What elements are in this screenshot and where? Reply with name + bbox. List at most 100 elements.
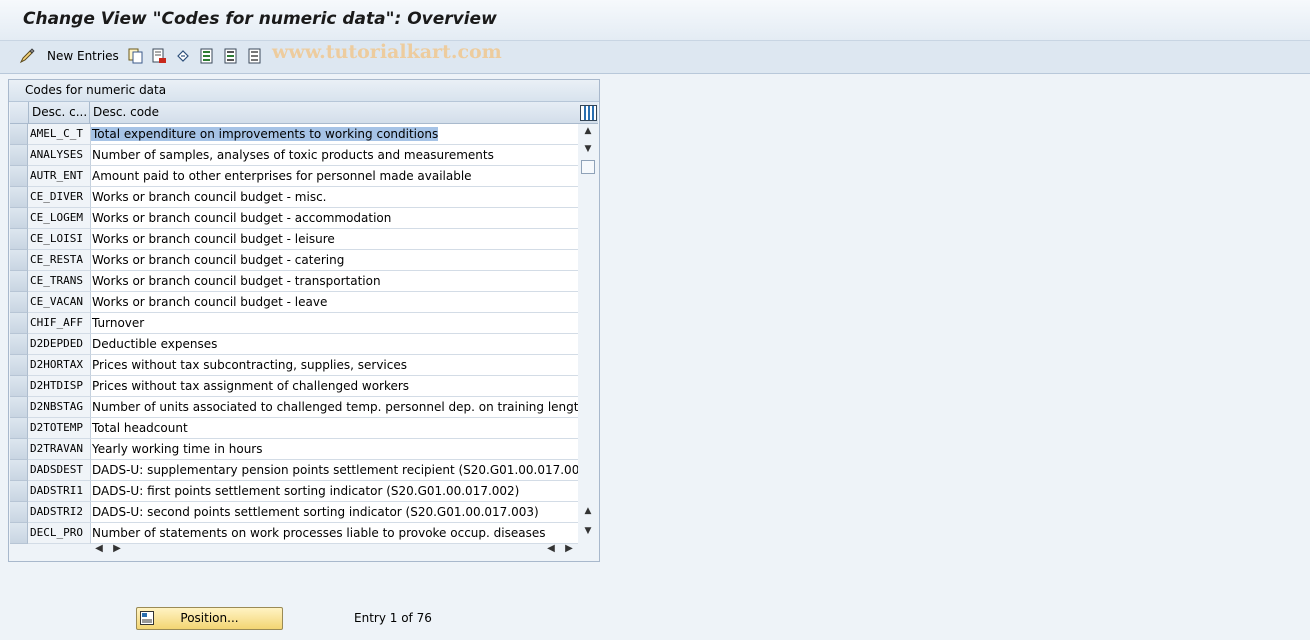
desc-code-text-cell[interactable]: Works or branch council budget - leisure [91,229,578,250]
scroll-left-icon[interactable]: ◀ [544,542,558,556]
desc-code-key-cell: DADSDEST [28,460,91,481]
desc-code-text-cell[interactable]: Turnover [91,313,578,334]
column-header-desc-code[interactable]: Desc. code [90,102,578,123]
row-selector[interactable] [10,502,28,523]
row-selector[interactable] [10,292,28,313]
table-row[interactable]: DADSTRI2 DADS-U: second points settlement… [10,502,578,523]
desc-code-text-cell[interactable]: Works or branch council budget - misc. [91,187,578,208]
scroll-down-icon[interactable]: ▼ [579,524,597,538]
description-text: DADS-U: supplementary pension points set… [92,463,578,477]
description-text: Works or branch council budget - accommo… [92,211,392,225]
table-row[interactable]: D2HTDISP Prices without tax assignment of… [10,376,578,397]
table-row[interactable]: CE_LOISI Works or branch council budget -… [10,229,578,250]
desc-code-text-cell[interactable]: Amount paid to other enterprises for per… [91,166,578,187]
desc-code-text-cell[interactable]: DADS-U: supplementary pension points set… [91,460,578,481]
row-selector[interactable] [10,166,28,187]
row-selector[interactable] [10,187,28,208]
description-text: DADS-U: first points settlement sorting … [92,484,520,498]
deselect-icon[interactable] [247,48,263,64]
desc-code-text-cell[interactable]: DADS-U: second points settlement sorting… [91,502,578,523]
row-selector[interactable] [10,439,28,460]
desc-code-text-cell[interactable]: Prices without tax assignment of challen… [91,376,578,397]
row-selector[interactable] [10,250,28,271]
entry-counter: Entry 1 of 76 [354,611,432,625]
desc-code-text-cell[interactable]: Works or branch council budget - leave [91,292,578,313]
row-selector[interactable] [10,418,28,439]
delete-icon[interactable] [151,48,167,64]
table-title-bar: Codes for numeric data [9,80,599,102]
scroll-up-icon[interactable]: ▲ [579,504,597,518]
table-row[interactable]: CE_TRANS Works or branch council budget -… [10,271,578,292]
scroll-up-icon[interactable]: ▲ [579,124,597,138]
description-text: DADS-U: second points settlement sorting… [92,505,539,519]
scroll-right-icon[interactable]: ▶ [562,542,576,556]
row-selector[interactable] [10,481,28,502]
description-text: Works or branch council budget - leave [92,295,328,309]
table-row[interactable]: CE_LOGEM Works or branch council budget -… [10,208,578,229]
description-text: Works or branch council budget - leisure [92,232,335,246]
row-selector[interactable] [10,334,28,355]
row-selector[interactable] [10,355,28,376]
column-header-desc-c[interactable]: Desc. c... [29,102,90,123]
table-title: Codes for numeric data [25,83,167,97]
row-selector[interactable] [10,397,28,418]
copy-icon[interactable] [128,48,144,64]
table-row[interactable]: CE_RESTA Works or branch council budget -… [10,250,578,271]
desc-code-text-cell[interactable]: Works or branch council budget - transpo… [91,271,578,292]
description-text: Total expenditure on improvements to wor… [91,127,439,141]
row-selector[interactable] [10,313,28,334]
table-row[interactable]: AMEL_C_T Total expenditure on improvement… [10,124,578,145]
horizontal-scrollbar[interactable]: ◀ ▶ ◀ ▶ [90,541,578,557]
new-entries-button[interactable]: New Entries [47,49,119,63]
desc-code-key-cell: CE_TRANS [28,271,91,292]
undo-icon[interactable] [175,48,191,64]
row-selector[interactable] [10,460,28,481]
row-selector[interactable] [10,523,28,544]
title-bar: Change View "Codes for numeric data": Ov… [0,0,1310,40]
select-block-icon[interactable] [223,48,239,64]
desc-code-text-cell[interactable]: Works or branch council budget - accommo… [91,208,578,229]
table-row[interactable]: CHIF_AFF Turnover [10,313,578,334]
vertical-scrollbar[interactable]: ▲ ▼ ▲ ▼ [579,124,597,541]
row-selector[interactable] [10,124,28,145]
desc-code-text-cell[interactable]: DADS-U: first points settlement sorting … [91,481,578,502]
scroll-right-icon[interactable]: ▶ [110,542,124,556]
table-row[interactable]: AUTR_ENT Amount paid to other enterprises… [10,166,578,187]
table-row[interactable]: D2NBSTAG Number of units associated to ch… [10,397,578,418]
position-button[interactable]: Position... [136,607,283,630]
desc-code-key-cell: CE_RESTA [28,250,91,271]
desc-code-text-cell[interactable]: Number of samples, analyses of toxic pro… [91,145,578,166]
desc-code-key-cell: CE_LOISI [28,229,91,250]
scroll-down-icon[interactable]: ▼ [579,142,597,156]
scroll-left-icon[interactable]: ◀ [92,542,106,556]
desc-code-text-cell[interactable]: Total expenditure on improvements to wor… [91,124,578,145]
row-selector[interactable] [10,376,28,397]
desc-code-key-cell: ANALYSES [28,145,91,166]
scrollbar-thumb[interactable] [581,160,595,174]
row-selector[interactable] [10,145,28,166]
table-row[interactable]: DADSTRI1 DADS-U: first points settlement … [10,481,578,502]
table-row[interactable]: D2TRAVAN Yearly working time in hours [10,439,578,460]
edit-pencil-icon[interactable] [19,48,35,64]
row-selector[interactable] [10,229,28,250]
table-row[interactable]: DADSDEST DADS-U: supplementary pension po… [10,460,578,481]
table-row[interactable]: CE_VACAN Works or branch council budget -… [10,292,578,313]
desc-code-key-cell: D2DEPDED [28,334,91,355]
table-row[interactable]: D2DEPDED Deductible expenses [10,334,578,355]
table-row[interactable]: ANALYSES Number of samples, analyses of t… [10,145,578,166]
select-all-rows-button[interactable] [10,102,29,123]
select-all-icon[interactable] [199,48,215,64]
table-row[interactable]: D2HORTAX Prices without tax subcontractin… [10,355,578,376]
desc-code-text-cell[interactable]: Deductible expenses [91,334,578,355]
row-selector[interactable] [10,208,28,229]
row-selector[interactable] [10,271,28,292]
desc-code-text-cell[interactable]: Works or branch council budget - caterin… [91,250,578,271]
desc-code-text-cell[interactable]: Yearly working time in hours [91,439,578,460]
table-row[interactable]: D2TOTEMP Total headcount [10,418,578,439]
table-settings-icon[interactable] [580,105,597,121]
table-row[interactable]: CE_DIVER Works or branch council budget -… [10,187,578,208]
description-text: Total headcount [92,421,188,435]
desc-code-text-cell[interactable]: Number of units associated to challenged… [91,397,578,418]
desc-code-text-cell[interactable]: Total headcount [91,418,578,439]
desc-code-text-cell[interactable]: Prices without tax subcontracting, suppl… [91,355,578,376]
